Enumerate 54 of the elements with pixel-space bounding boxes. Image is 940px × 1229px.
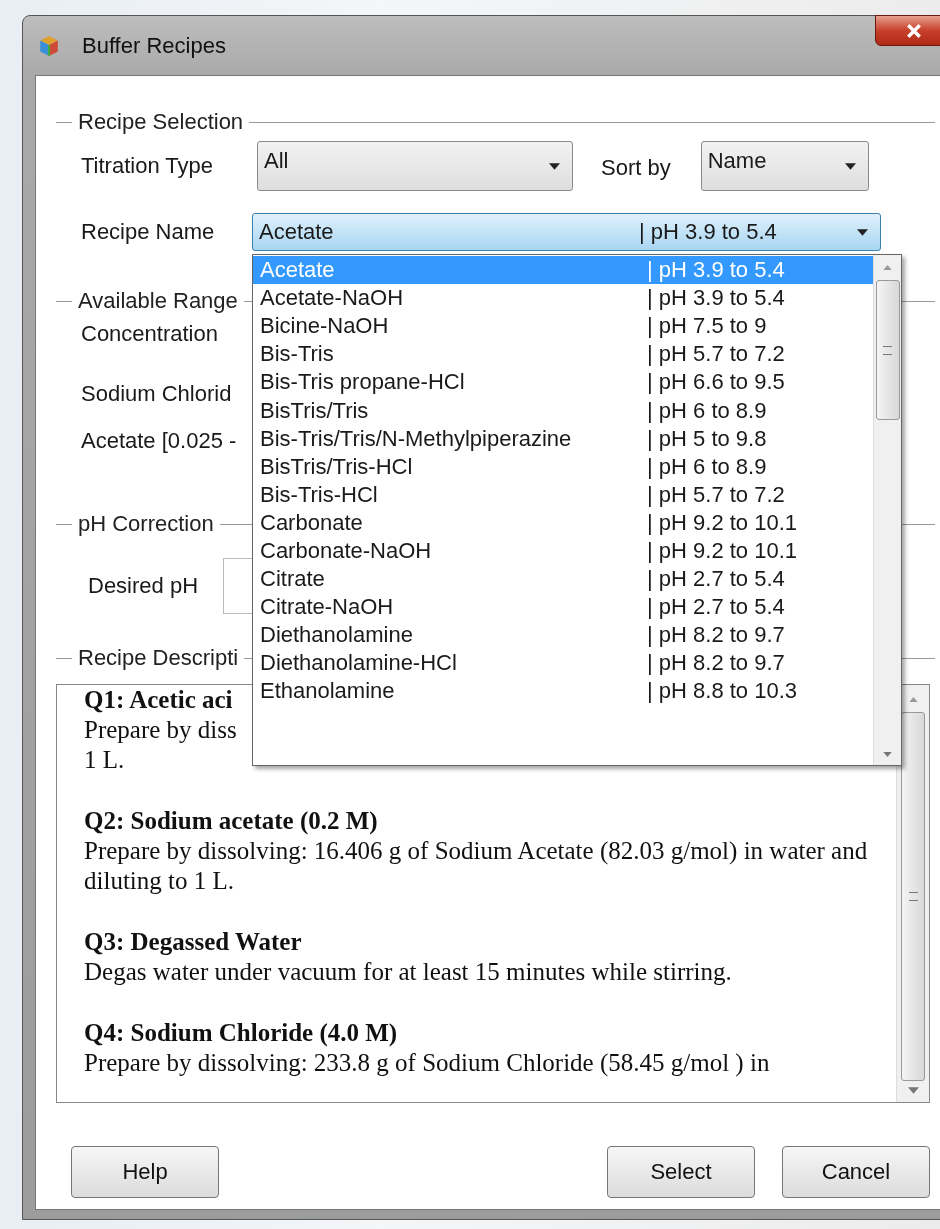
- help-button[interactable]: Help: [71, 1146, 219, 1198]
- recipe-instruction: Prepare by dissolving: 16.406 g of Sodium Acetate (82.03 g/mol) in water and diluting to 1 L.: [84, 836, 869, 896]
- scroll-up-icon: [883, 265, 892, 270]
- recipe-option[interactable]: Bis-Tris propane-HCl | pH 6.6 to 9.5: [253, 368, 873, 397]
- caret-icon: [857, 229, 868, 236]
- recipe-option[interactable]: Citrate-NaOH | pH 2.7 to 5.4: [253, 593, 873, 622]
- recipe-option[interactable]: Bicine-NaOH | pH 7.5 to 9: [253, 312, 873, 341]
- field-label: Titration Type: [81, 153, 215, 179]
- recipe-option[interactable]: Bis-Tris | pH 5.7 to 7.2: [253, 340, 873, 369]
- recipe-option[interactable]: Ethanolamine | pH 8.8 to 10.3: [253, 677, 873, 706]
- field-label: Concentration: [81, 320, 218, 348]
- recipe-option[interactable]: BisTris/Tris-HCl | pH 6 to 8.9: [253, 452, 873, 481]
- group-label: Recipe Selection: [78, 109, 244, 135]
- field-label: Sort by: [601, 155, 671, 181]
- scroll-up-icon: [908, 697, 918, 702]
- recipe-option[interactable]: Citrate | pH 2.7 to 5.4: [253, 565, 873, 594]
- recipe-name-dropdown[interactable]: Acetate | pH 3.9 to 5.4: [252, 213, 881, 251]
- recipe-instruction: Prepare by dissolving: 233.8 g of Sodium Chloride (58.45 g/mol ) in: [84, 1048, 770, 1078]
- recipe-option[interactable]: Bis-Tris/Tris/N-Methylpiperazine | pH 5 to 9.8: [253, 424, 873, 453]
- cube-icon: [38, 34, 60, 57]
- caret-icon: [549, 163, 560, 170]
- recipe-heading: Q4: Sodium Chloride (4.0 M): [84, 1018, 398, 1048]
- field-label: Sodium Chlorid: [81, 380, 232, 408]
- recipe-option[interactable]: Carbonate | pH 9.2 to 10.1: [253, 508, 873, 537]
- caret-icon: [844, 163, 856, 170]
- group-label: Available Range: [78, 288, 238, 314]
- select-button[interactable]: Select: [607, 1146, 755, 1198]
- recipe-instruction: Degas water under vacuum for at least 15 minutes while stirring.: [84, 957, 732, 987]
- cancel-button[interactable]: Cancel: [782, 1146, 930, 1198]
- group-label: Recipe Descripti: [78, 645, 239, 671]
- recipe-option[interactable]: Carbonate-NaOH | pH 9.2 to 10.1: [253, 536, 873, 566]
- field-label: Desired pH: [88, 573, 200, 599]
- scroll-down-icon: [883, 752, 892, 757]
- close-button[interactable]: [875, 15, 940, 46]
- recipe-option[interactable]: Bis-Tris-HCl | pH 5.7 to 7.2: [253, 480, 873, 509]
- recipe-instruction: 1 L.: [84, 745, 125, 775]
- scroll-down-icon: [907, 1087, 919, 1094]
- recipe-option[interactable]: BisTris/Tris | pH 6 to 8.9: [253, 396, 873, 425]
- group-label: pH Correction: [78, 511, 214, 537]
- recipe-option[interactable]: Diethanolamine-HCl | pH 8.2 to 9.7: [253, 649, 873, 678]
- field-label: Acetate [0.025 -: [81, 427, 237, 455]
- titration-type-dropdown[interactable]: All: [257, 141, 573, 191]
- recipe-option[interactable]: Diethanolamine | pH 8.2 to 9.7: [253, 621, 873, 650]
- window-title: Buffer Recipes: [82, 32, 226, 59]
- recipe-heading: Q3: Degassed Water: [84, 927, 302, 957]
- field-label: Recipe Name: [81, 219, 216, 245]
- scrollbar[interactable]: [896, 685, 929, 1102]
- recipe-instruction: Prepare by diss: [84, 715, 237, 745]
- close-icon: [906, 23, 922, 38]
- sort-by-dropdown[interactable]: Name: [700, 141, 869, 191]
- scrollbar[interactable]: [873, 255, 901, 765]
- recipe-option[interactable]: Acetate-NaOH | pH 3.9 to 5.4: [253, 284, 873, 313]
- recipe-heading: Q1: Acetic aci: [84, 685, 233, 715]
- recipe-heading: Q2: Sodium acetate (0.2 M): [84, 806, 378, 836]
